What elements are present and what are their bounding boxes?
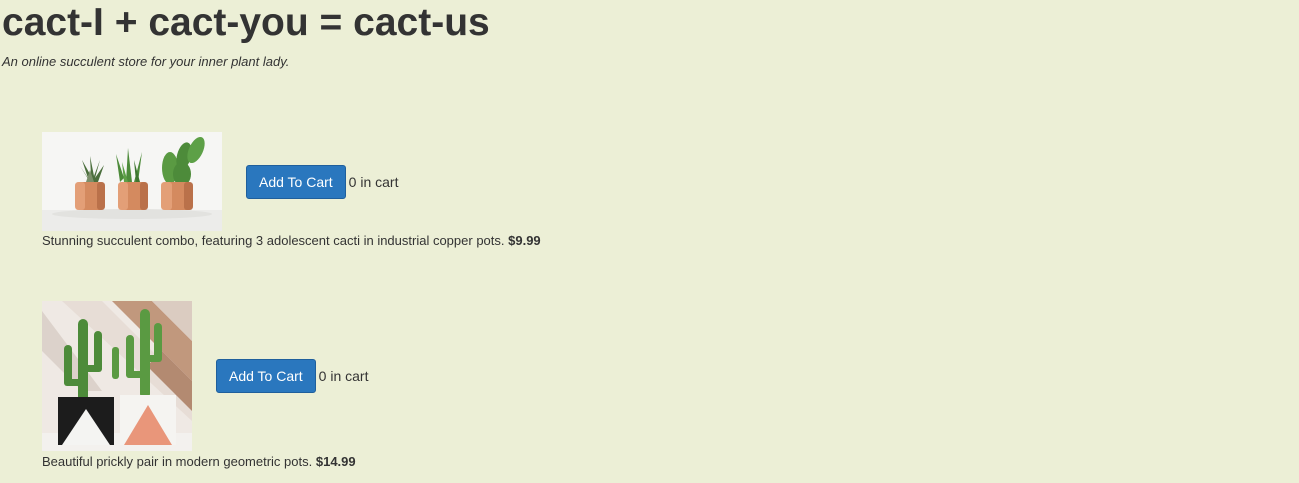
product-price: $14.99 bbox=[315, 454, 356, 469]
add-to-cart-button[interactable]: Add To Cart bbox=[216, 359, 316, 393]
product-description-text: Beautiful prickly pair in modern geometr… bbox=[42, 454, 313, 469]
product-row: Add To Cart 0 in cart bbox=[42, 301, 368, 451]
product-price: $9.99 bbox=[508, 233, 541, 248]
geometric-pot-cacti-photo bbox=[42, 301, 192, 451]
add-to-cart-button[interactable]: Add To Cart bbox=[246, 164, 346, 199]
site-tagline: An online succulent store for your inner… bbox=[2, 54, 290, 69]
product-row: Add To Cart 0 in cart bbox=[42, 132, 541, 231]
site-title: cact-I + cact-you = cact-us bbox=[2, 1, 490, 44]
cart-count: 0 in cart bbox=[348, 173, 399, 190]
product-card: Add To Cart 0 in cart Beautiful prickly … bbox=[42, 301, 368, 470]
cart-count: 0 in cart bbox=[318, 368, 369, 384]
copper-pot-cacti-photo bbox=[42, 132, 222, 231]
product-description: Beautiful prickly pair in modern geometr… bbox=[42, 454, 368, 470]
product-description: Stunning succulent combo, featuring 3 ad… bbox=[42, 233, 541, 249]
product-description-text: Stunning succulent combo, featuring 3 ad… bbox=[42, 233, 505, 248]
product-card: Add To Cart 0 in cart Stunning succulent… bbox=[42, 132, 541, 249]
